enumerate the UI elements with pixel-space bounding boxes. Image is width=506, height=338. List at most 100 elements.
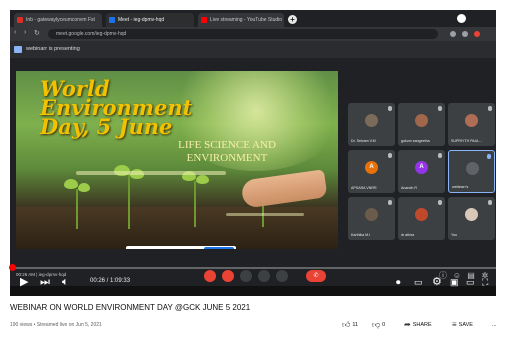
miniplayer-icon[interactable]: ▣ (450, 275, 459, 289)
presentation-slide: World Environment Day, 5 June LIFE SCIEN… (16, 71, 338, 249)
slide-title: World Environment Day, 5 June (40, 76, 193, 139)
avatar (365, 114, 378, 127)
like-button[interactable]: 👍︎ 11 (342, 319, 358, 331)
participant-name: dr athira (401, 233, 415, 237)
share-icon: ➦ (404, 320, 411, 329)
save-label: SAVE (458, 322, 473, 328)
avatar (465, 208, 478, 221)
participant-tile[interactable]: SUPRIYTH PAUL... (448, 103, 495, 146)
hand-image (240, 169, 328, 209)
slide-subtitle: LIFE SCIENCE AND ENVIRONMENT (178, 139, 276, 164)
avatar (415, 114, 428, 127)
participant-tile[interactable]: dr athira (398, 197, 445, 240)
mic-icon (488, 106, 492, 111)
stop-sharing-button[interactable] (204, 247, 234, 249)
avatar (415, 208, 428, 221)
video-title: WEBINAR ON WORLD ENVIRONMENT DAY @GCK JU… (10, 303, 251, 312)
plant-stem (194, 181, 196, 227)
gmail-icon (17, 17, 23, 23)
slide-fine-print (226, 213, 304, 216)
video-player[interactable]: Inb - gatewaylyceumconvm Fst Meet - ieg-… (10, 10, 496, 296)
plant-stem (76, 189, 78, 229)
avatar: A (365, 161, 378, 174)
volume-icon[interactable]: 🔈︎ (62, 275, 69, 289)
participant-tile[interactable]: Karthika M.I (348, 197, 395, 240)
more-actions-button[interactable]: ... (492, 319, 497, 331)
participant-grid: Dr. Selvam V.M gokum sangeetha SUPRIYTH … (348, 103, 495, 243)
presenting-text: webinarr is presenting (26, 46, 80, 52)
mic-icon (487, 154, 491, 159)
participant-tile[interactable]: A Anandh R (398, 150, 445, 193)
meet-window: webinarr is presenting World Environment… (10, 41, 496, 266)
player-controls: ▶ ⏭ 🔈︎ 00:26 / 1:09:33 ⏺ ▭ ⚙ ▣ ▭ ⛶ (10, 270, 496, 296)
extension-icon[interactable] (462, 31, 468, 37)
mic-icon (438, 106, 442, 111)
participant-name: Dr. Selvam V.M (351, 139, 376, 143)
thumbs-up-icon: 👍︎ (342, 320, 351, 329)
progress-bar[interactable] (9, 264, 496, 271)
tab-gmail[interactable]: Inb - gatewaylyceumconvm Fst (14, 13, 102, 27)
presenting-banner: webinarr is presenting (10, 41, 496, 58)
leaf (78, 183, 90, 192)
youtube-icon (201, 17, 207, 23)
url-field[interactable]: meet.google.com/ieg-dpmv-hqd (48, 29, 438, 39)
profile-icon[interactable] (474, 31, 480, 37)
participant-tile[interactable]: gokum sangeetha (398, 103, 445, 146)
avatar (466, 162, 479, 175)
participant-tile[interactable]: You (448, 197, 495, 240)
tab-label: Inb - gatewaylyceumconvm Fst (26, 17, 95, 23)
tab-label: Meet - ieg-dpmv-hqd (118, 17, 165, 23)
tab-youtube-studio[interactable]: Live streaming - YouTube Studio (198, 13, 284, 27)
new-tab-icon[interactable]: + (288, 15, 297, 24)
plant-stem (128, 175, 130, 229)
dislike-button[interactable]: 👎︎ 0 (372, 319, 385, 331)
theater-mode-icon[interactable]: ▭ (466, 275, 475, 289)
playback-time: 00:26 / 1:09:33 (90, 278, 131, 284)
tab-meet[interactable]: Meet - ieg-dpmv-hqd (106, 13, 194, 27)
forward-icon[interactable]: › (24, 29, 26, 36)
present-screen-icon (14, 46, 22, 53)
address-bar: ‹ › ↻ meet.google.com/ieg-dpmv-hqd (10, 27, 496, 41)
participant-name: APSARA VNRR (351, 186, 377, 190)
record-icon (457, 14, 466, 23)
extension-icon[interactable] (450, 31, 456, 37)
mic-icon (438, 153, 442, 158)
mic-icon (438, 200, 442, 205)
participant-tile[interactable]: webinarr's (448, 150, 495, 193)
fullscreen-icon[interactable]: ⛶ (482, 275, 488, 289)
tab-label: Live streaming - YouTube Studio (210, 17, 283, 23)
participant-name: SUPRIYTH PAUL... (451, 139, 483, 143)
slide-fine-print (76, 171, 226, 175)
autoplay-toggle[interactable]: ⏺ (396, 275, 401, 289)
browser-tab-bar: Inb - gatewaylyceumconvm Fst Meet - ieg-… (10, 10, 496, 27)
participant-name: webinarr's (452, 185, 469, 189)
mic-icon (388, 153, 392, 158)
mic-icon (388, 106, 392, 111)
participant-name: You (451, 233, 458, 237)
share-button[interactable]: ➦ SHARE (404, 319, 432, 331)
participant-tile[interactable]: A APSARA VNRR (348, 150, 395, 193)
subtitles-icon[interactable]: ▭ (414, 275, 423, 289)
avatar (365, 208, 378, 221)
reload-icon[interactable]: ↻ (34, 29, 40, 37)
like-count: 11 (352, 322, 359, 328)
dislike-count: 0 (382, 322, 386, 328)
share-label: SHARE (412, 322, 432, 328)
participant-name: Anandh R (401, 186, 417, 190)
avatar (465, 114, 478, 127)
leaf (64, 179, 78, 189)
participant-tile[interactable]: Dr. Selvam V.M (348, 103, 395, 146)
participant-name: gokum sangeetha (401, 139, 430, 143)
mic-icon (388, 200, 392, 205)
avatar: A (415, 161, 428, 174)
leaf (196, 175, 209, 184)
thumbs-down-icon: 👎︎ (372, 320, 381, 329)
settings-gear-icon[interactable]: ⚙ (432, 275, 442, 289)
back-icon[interactable]: ‹ (14, 29, 16, 36)
mic-icon (488, 200, 492, 205)
next-icon[interactable]: ⏭ (40, 275, 50, 289)
save-button[interactable]: ≡ SAVE (452, 319, 473, 331)
play-icon[interactable]: ▶ (20, 275, 28, 289)
sharing-notice-bar (126, 246, 236, 249)
meet-icon (109, 17, 115, 23)
